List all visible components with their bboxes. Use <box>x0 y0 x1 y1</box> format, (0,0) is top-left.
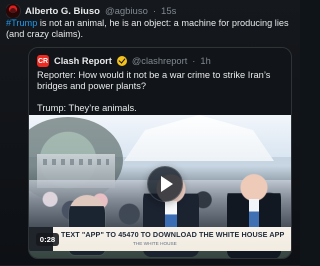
tweet-card[interactable]: Alberto G. Biuso @agbiuso · 15s #Trump i… <box>0 0 300 266</box>
video-banner-subtext: THE WHITE HOUSE <box>133 241 177 246</box>
author-avatar[interactable] <box>6 4 20 18</box>
video-duration: 0:28 <box>36 233 59 246</box>
tweet-page: Alberto G. Biuso @agbiuso · 15s #Trump i… <box>0 0 300 266</box>
video-thumbnail[interactable]: TEXT "APP" TO 45470 TO DOWNLOAD THE WHIT… <box>29 115 291 258</box>
quoted-tweet-line-1: Reporter: How would it not be a war crim… <box>37 70 271 91</box>
verified-badge-icon <box>116 56 127 66</box>
tweet-text: #Trump is not an animal, he is an object… <box>6 18 292 40</box>
quoted-tweet-header: CR Clash Report @clashreport · 1h <box>37 55 283 67</box>
video-banner-text: TEXT "APP" TO 45470 TO DOWNLOAD THE WHIT… <box>61 231 285 239</box>
quoted-author-handle[interactable]: @clashreport <box>132 56 187 67</box>
play-button-icon[interactable] <box>147 166 183 202</box>
tweet-time[interactable]: 15s <box>161 6 176 17</box>
tweet-text-body: is not an animal, he is an object: a mac… <box>6 18 289 39</box>
quoted-author-display-name[interactable]: Clash Report <box>54 56 112 67</box>
author-separator: · <box>152 5 157 17</box>
quoted-author-avatar[interactable]: CR <box>37 55 49 67</box>
tweet-author-row: Alberto G. Biuso @agbiuso · 15s <box>6 4 294 18</box>
video-banner: TEXT "APP" TO 45470 TO DOWNLOAD THE WHIT… <box>29 227 291 251</box>
author-display-name[interactable]: Alberto G. Biuso <box>25 6 100 17</box>
quoted-tweet-line-2: Trump: They’re animals. <box>37 103 137 113</box>
tweet-hashtag[interactable]: #Trump <box>6 18 37 28</box>
quoted-author-separator: · <box>192 55 196 66</box>
quoted-tweet-text: Reporter: How would it not be a war crim… <box>37 70 283 114</box>
quoted-tweet-paragraph-gap <box>37 92 283 103</box>
author-handle[interactable]: @agbiuso <box>105 6 148 17</box>
quoted-tweet-time[interactable]: 1h <box>200 56 210 67</box>
quoted-tweet-card[interactable]: CR Clash Report @clashreport · 1h Report… <box>28 47 292 259</box>
